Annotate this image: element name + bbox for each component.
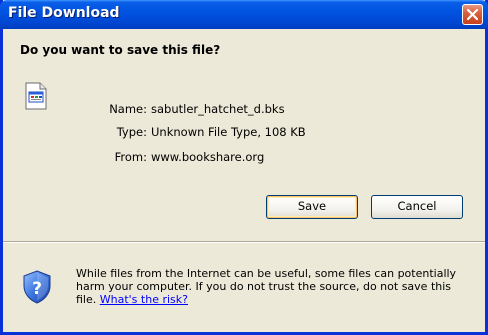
security-shield-question-icon: ? (22, 270, 52, 308)
save-button[interactable]: Save (266, 195, 358, 219)
warning-line-3-prefix: file. (76, 293, 100, 306)
file-source-label: From: (114, 150, 147, 164)
svg-text:?: ? (32, 279, 42, 299)
close-button[interactable] (462, 4, 483, 25)
file-name-value: sabutler_hatchet_d.bks (151, 102, 285, 116)
file-type-row: Type: Unknown File Type, 108 KB (3, 125, 485, 141)
cancel-button[interactable]: Cancel (371, 195, 463, 219)
title-bar[interactable]: File Download (0, 0, 488, 29)
warning-line-2: harm your computer. If you do not trust … (76, 280, 452, 293)
divider-highlight (3, 242, 485, 243)
security-warning-text: While files from the Internet can be use… (76, 267, 471, 306)
warning-line-3: file. What's the risk? (76, 293, 471, 306)
file-source-value: www.bookshare.org (151, 150, 265, 164)
close-icon (466, 8, 479, 21)
window-title: File Download (8, 5, 120, 21)
file-name-row: Name: sabutler_hatchet_d.bks (3, 102, 485, 118)
file-source-row: From: www.bookshare.org (3, 150, 485, 166)
file-type-value: Unknown File Type, 108 KB (151, 125, 306, 139)
warning-line-1: While files from the Internet can be use… (76, 267, 457, 280)
file-type-label: Type: (116, 125, 147, 139)
dialog-heading: Do you want to save this file? (20, 43, 221, 57)
file-name-label: Name: (109, 102, 147, 116)
file-download-dialog: File Download Do you want to save this f… (0, 0, 488, 335)
whats-the-risk-link[interactable]: What's the risk? (100, 293, 188, 306)
